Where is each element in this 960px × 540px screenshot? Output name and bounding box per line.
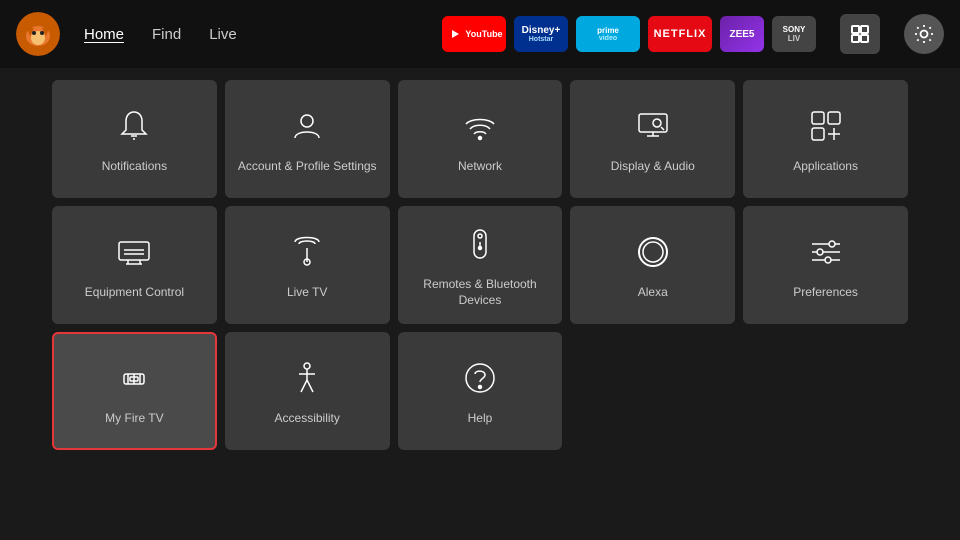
live-tv-label: Live TV [287, 285, 327, 301]
tile-live-tv[interactable]: Live TV [225, 206, 390, 324]
settings-row-3: My Fire TV Accessibility Help [52, 332, 908, 450]
settings-row-2: Equipment Control Live TV Remotes & Blue… [52, 206, 908, 324]
firetv-icon [116, 360, 152, 401]
person-icon [289, 108, 325, 149]
antenna-icon [289, 234, 325, 275]
empty-tile-2 [743, 332, 908, 450]
tile-equipment-control[interactable]: Equipment Control [52, 206, 217, 324]
display-audio-label: Display & Audio [611, 159, 695, 175]
top-nav: Home Find Live YouTube Disney+ Hotstar p… [0, 0, 960, 68]
tile-account-profile[interactable]: Account & Profile Settings [225, 80, 390, 198]
help-icon [462, 360, 498, 401]
preferences-label: Preferences [793, 285, 858, 301]
my-fire-tv-label: My Fire TV [105, 411, 163, 427]
tile-accessibility[interactable]: Accessibility [225, 332, 390, 450]
applications-label: Applications [793, 159, 858, 175]
equipment-control-label: Equipment Control [85, 285, 184, 301]
apps-icon [808, 108, 844, 149]
notifications-label: Notifications [102, 159, 167, 175]
accessibility-label: Accessibility [275, 411, 340, 427]
empty-tile-1 [570, 332, 735, 450]
nav-home[interactable]: Home [84, 26, 124, 43]
youtube-app[interactable]: YouTube [442, 16, 506, 52]
settings-main: Notifications Account & Profile Settings… [0, 68, 960, 540]
tile-network[interactable]: Network [398, 80, 563, 198]
network-label: Network [458, 159, 502, 175]
grid-view-button[interactable] [840, 14, 880, 54]
nav-links: Home Find Live [84, 26, 237, 43]
disneyplus-app[interactable]: Disney+ Hotstar [514, 16, 568, 52]
tile-remotes-bluetooth[interactable]: Remotes & Bluetooth Devices [398, 206, 563, 324]
bell-icon [116, 108, 152, 149]
help-label: Help [468, 411, 493, 427]
tile-help[interactable]: Help [398, 332, 563, 450]
alexa-icon [635, 234, 671, 275]
sonyliv-app[interactable]: SONY LIV [772, 16, 816, 52]
alexa-label: Alexa [638, 285, 668, 301]
remote-icon [462, 226, 498, 267]
nav-apps: YouTube Disney+ Hotstar prime video NETF… [442, 16, 816, 52]
nav-find[interactable]: Find [152, 26, 181, 43]
account-profile-label: Account & Profile Settings [238, 159, 377, 175]
remotes-bluetooth-label: Remotes & Bluetooth Devices [406, 277, 555, 308]
zee5-app[interactable]: ZEE5 [720, 16, 764, 52]
tile-notifications[interactable]: Notifications [52, 80, 217, 198]
tile-preferences[interactable]: Preferences [743, 206, 908, 324]
accessibility-icon [289, 360, 325, 401]
tile-my-fire-tv[interactable]: My Fire TV [52, 332, 217, 450]
tile-display-audio[interactable]: Display & Audio [570, 80, 735, 198]
netflix-app[interactable]: NETFLIX [648, 16, 712, 52]
settings-button[interactable] [904, 14, 944, 54]
display-icon [635, 108, 671, 149]
settings-row-1: Notifications Account & Profile Settings… [52, 80, 908, 198]
nav-live[interactable]: Live [209, 26, 237, 43]
tv-icon [116, 234, 152, 275]
tile-applications[interactable]: Applications [743, 80, 908, 198]
primevideo-app[interactable]: prime video [576, 16, 640, 52]
app-logo[interactable] [16, 12, 60, 56]
tile-alexa[interactable]: Alexa [570, 206, 735, 324]
sliders-icon [808, 234, 844, 275]
wifi-icon [462, 108, 498, 149]
